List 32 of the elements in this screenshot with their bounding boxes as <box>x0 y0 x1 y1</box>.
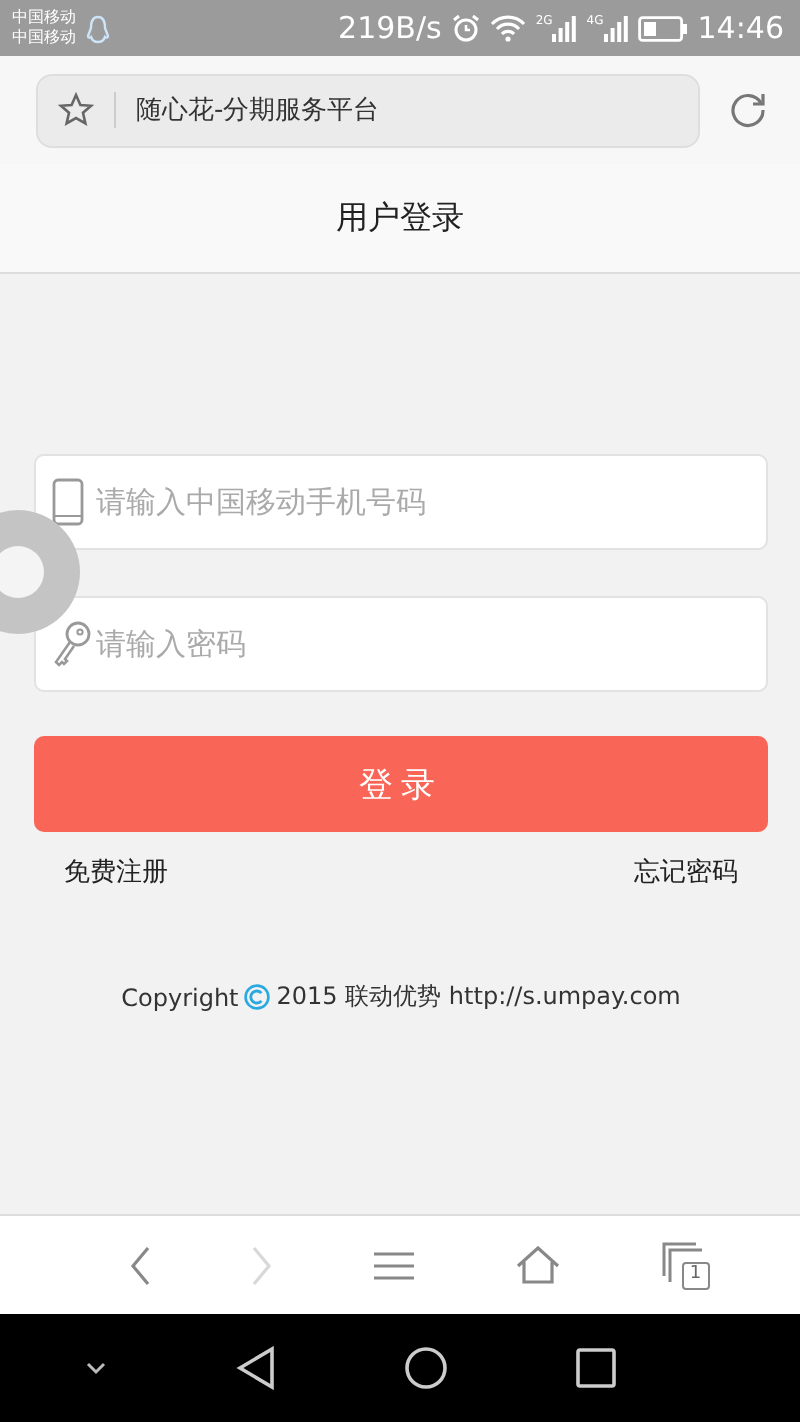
register-link[interactable]: 免费注册 <box>64 854 168 890</box>
key-icon <box>52 620 92 668</box>
phone-icon <box>52 478 84 526</box>
password-field[interactable]: 请输入密码 <box>34 596 768 692</box>
copyright-icon <box>244 984 271 1010</box>
back-button[interactable] <box>130 1245 151 1285</box>
carrier-name: 中国移动 <box>12 8 76 28</box>
clock-time: 14:46 <box>697 10 784 46</box>
signal-icon <box>603 14 628 42</box>
star-icon[interactable] <box>58 92 94 128</box>
page-title-text: 随心花-分期服务平台 <box>136 94 380 128</box>
address-bar[interactable]: 随心花-分期服务平台 <box>36 73 700 147</box>
refresh-icon[interactable] <box>728 90 768 130</box>
battery-icon <box>637 15 688 41</box>
qq-penguin-icon <box>86 13 110 43</box>
signal-icon <box>552 14 577 42</box>
wifi-icon <box>489 14 526 42</box>
menu-button[interactable] <box>371 1251 416 1279</box>
copyright-text: 2015 联动优势 http://s.umpay.com <box>276 980 681 1014</box>
tab-count: 1 <box>681 1261 710 1289</box>
network-speed: 219B/s <box>338 10 442 46</box>
phone-number-field[interactable]: 请输入中国移动手机号码 <box>34 454 768 550</box>
carrier-name: 中国移动 <box>12 28 76 48</box>
copyright-label: Copyright <box>121 983 239 1011</box>
chevron-down-icon[interactable] <box>84 1360 108 1376</box>
forgot-password-link[interactable]: 忘记密码 <box>634 854 738 890</box>
recent-apps-icon[interactable] <box>576 1348 616 1388</box>
home-icon[interactable] <box>404 1346 448 1390</box>
back-icon[interactable] <box>236 1346 276 1390</box>
page-heading: 用户登录 <box>336 197 464 239</box>
alarm-icon <box>451 14 480 42</box>
home-button[interactable] <box>516 1246 561 1284</box>
